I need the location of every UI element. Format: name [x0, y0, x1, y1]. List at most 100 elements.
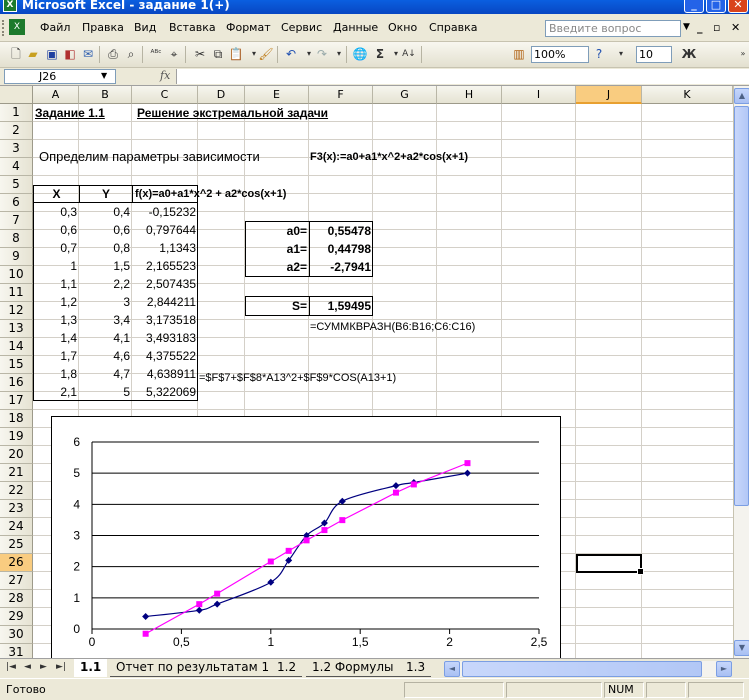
insert-function-icon[interactable]: fx: [160, 69, 170, 82]
param-a0-label[interactable]: a0=: [245, 223, 309, 239]
permission-icon[interactable]: ◧: [62, 46, 78, 62]
worksheet-grid[interactable]: ABCDEFGHIJK 1 2 3 4 5 6 7 8 9 10 11 12 13 14 15 16 17 18 1…: [0, 86, 749, 658]
table-cell-f[interactable]: 2,844211: [132, 294, 198, 310]
header-x[interactable]: X: [33, 185, 80, 203]
row-header-30[interactable]: 30: [0, 626, 33, 644]
column-header-C[interactable]: C: [132, 86, 198, 104]
row15-formula[interactable]: =$F$7+$F$8*A13^2+$F$9*COS(A13+1): [199, 370, 396, 386]
solution-title[interactable]: Решение экстремальной задачи: [137, 105, 328, 121]
cut-icon[interactable]: ✂: [192, 46, 208, 62]
header-y[interactable]: Y: [79, 185, 133, 203]
bold-button[interactable]: Ж: [681, 46, 697, 62]
zoom-select[interactable]: 100%: [531, 46, 589, 63]
row-header-9[interactable]: 9: [0, 248, 33, 266]
column-header-H[interactable]: H: [437, 86, 502, 104]
copy-icon[interactable]: ⧉: [210, 46, 226, 62]
horizontal-scroll-thumb[interactable]: [462, 661, 702, 677]
row-header-16[interactable]: 16: [0, 374, 33, 392]
column-header-E[interactable]: E: [245, 86, 309, 104]
email-icon[interactable]: ✉: [80, 46, 96, 62]
table-cell-y[interactable]: 3,4: [79, 312, 132, 328]
menu-file[interactable]: Файл: [40, 21, 70, 34]
s-value[interactable]: 1,59495: [310, 298, 373, 314]
row-header-12[interactable]: 12: [0, 302, 33, 320]
table-cell-y[interactable]: 4,6: [79, 348, 132, 364]
tab-1-1[interactable]: 1.1: [74, 659, 108, 677]
print-icon[interactable]: ⎙: [105, 46, 121, 62]
sort-ascending-icon[interactable]: A↓: [401, 46, 417, 62]
table-cell-x[interactable]: 1,1: [33, 276, 79, 292]
excel-app-icon[interactable]: X: [3, 0, 17, 12]
column-header-F[interactable]: F: [309, 86, 373, 104]
param-a2-value[interactable]: -2,7941: [310, 259, 373, 275]
prev-sheet-icon[interactable]: ◄: [24, 662, 31, 672]
hyperlink-icon[interactable]: 🌐: [352, 46, 368, 62]
row-header-28[interactable]: 28: [0, 590, 33, 608]
research-icon[interactable]: ⌖: [166, 46, 182, 62]
chart-wizard-icon[interactable]: ▥: [511, 46, 527, 62]
table-cell-x[interactable]: 1,2: [33, 294, 79, 310]
table-cell-y[interactable]: 0,4: [79, 204, 132, 220]
param-a0-value[interactable]: 0,55478: [310, 223, 373, 239]
column-header-A[interactable]: A: [33, 86, 79, 104]
minimize-button[interactable]: _: [684, 0, 704, 13]
column-header-G[interactable]: G: [373, 86, 437, 104]
active-cell-J26[interactable]: [576, 554, 644, 575]
toolbar-options-icon[interactable]: ▾: [613, 46, 629, 62]
spelling-icon[interactable]: ᴬᴮᶜ: [148, 46, 164, 62]
row-header-24[interactable]: 24: [0, 518, 33, 536]
chart-area[interactable]: 0 1 2 3 4 5 6 0 0,5 1 1,5 2 2,5: [51, 416, 561, 658]
table-cell-x[interactable]: 0,3: [33, 204, 79, 220]
autosum-icon[interactable]: Σ: [372, 46, 388, 62]
menu-view[interactable]: Вид: [134, 21, 156, 34]
table-cell-f[interactable]: 2,507435: [132, 276, 198, 292]
row-header-31[interactable]: 31: [0, 644, 33, 658]
help-icon[interactable]: ?: [591, 46, 607, 62]
param-a2-label[interactable]: a2=: [245, 259, 309, 275]
table-cell-y[interactable]: 0,6: [79, 222, 132, 238]
doc-close-button[interactable]: ✕: [731, 21, 740, 34]
table-cell-y[interactable]: 4,7: [79, 366, 132, 382]
table-cell-f[interactable]: -0,15232: [132, 204, 198, 220]
paste-icon[interactable]: 📋: [228, 46, 244, 62]
workbook-icon[interactable]: X: [9, 19, 25, 35]
table-cell-y[interactable]: 4,1: [79, 330, 132, 346]
row-header-27[interactable]: 27: [0, 572, 33, 590]
tab-1-3[interactable]: 1.3: [400, 659, 432, 677]
row-header-1[interactable]: 1: [0, 104, 33, 122]
table-cell-x[interactable]: 2,1: [33, 384, 79, 400]
redo-icon[interactable]: ↷: [314, 46, 330, 62]
table-cell-f[interactable]: 4,638911: [132, 366, 198, 382]
select-all-corner[interactable]: [0, 86, 33, 104]
scroll-up-icon[interactable]: ▲: [734, 88, 749, 104]
menu-help[interactable]: Справка: [429, 21, 477, 34]
horizontal-scrollbar[interactable]: ◄ ►: [444, 661, 732, 677]
row-header-13[interactable]: 13: [0, 320, 33, 338]
row-header-4[interactable]: 4: [0, 158, 33, 176]
column-header-I[interactable]: I: [502, 86, 576, 104]
row-header-14[interactable]: 14: [0, 338, 33, 356]
help-dropdown-icon[interactable]: ▼: [683, 22, 690, 32]
doc-restore-button[interactable]: ▫: [713, 21, 720, 34]
font-size-select[interactable]: 10: [636, 46, 672, 63]
column-header-J[interactable]: J: [576, 86, 642, 104]
menu-window[interactable]: Окно: [388, 21, 417, 34]
row-header-5[interactable]: 5: [0, 176, 33, 194]
row-header-3[interactable]: 3: [0, 140, 33, 158]
table-cell-f[interactable]: 5,322069: [132, 384, 198, 400]
table-cell-x[interactable]: 1,3: [33, 312, 79, 328]
name-box[interactable]: J26: [4, 69, 116, 84]
params-formula[interactable]: F3(x):=a0+a1*x^2+a2*cos(x+1): [310, 149, 468, 165]
row-header-19[interactable]: 19: [0, 428, 33, 446]
table-cell-y[interactable]: 0,8: [79, 240, 132, 256]
table-cell-x[interactable]: 1,4: [33, 330, 79, 346]
menu-insert[interactable]: Вставка: [169, 21, 216, 34]
row-header-2[interactable]: 2: [0, 122, 33, 140]
tab-1-2-formulas[interactable]: 1.2 Формулы: [306, 659, 400, 677]
column-header-K[interactable]: K: [642, 86, 733, 104]
menu-format[interactable]: Формат: [226, 21, 271, 34]
row-header-18[interactable]: 18: [0, 410, 33, 428]
tab-1-2[interactable]: 1.2: [271, 659, 303, 677]
table-cell-f[interactable]: 0,797644: [132, 222, 198, 238]
table-cell-f[interactable]: 3,493183: [132, 330, 198, 346]
